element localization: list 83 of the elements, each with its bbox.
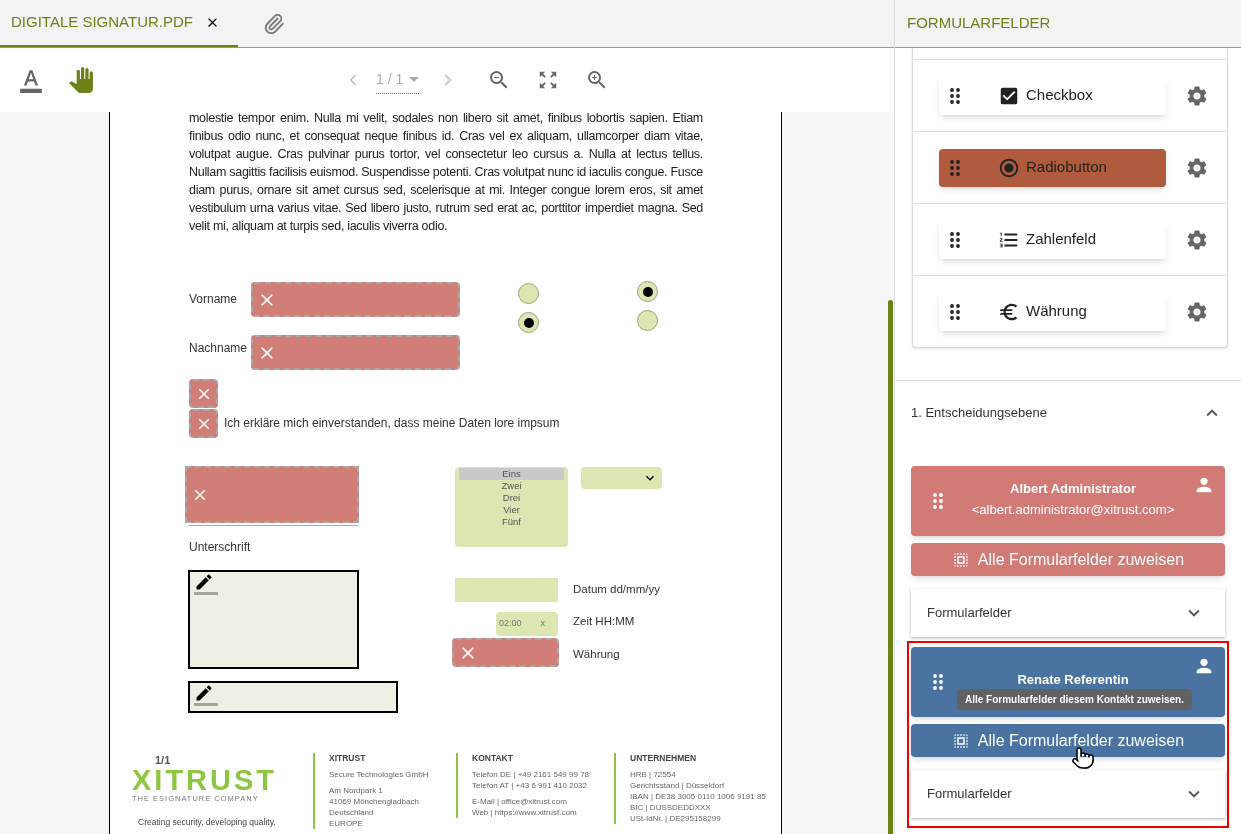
footer-text: Gerichtsstand | Düsseldorf [630, 780, 726, 791]
text-input-field[interactable] [251, 335, 460, 370]
slogan: Creating security, developing quality. [138, 816, 276, 829]
field-label: Nachname [189, 340, 248, 357]
settings-icon[interactable] [1185, 299, 1209, 324]
time-field[interactable]: 02:00 x [496, 612, 558, 636]
column-heading: XITRUST [329, 753, 367, 764]
footer-text: IBAN | DE38 3005 0110 1006 9191 85 [630, 791, 766, 802]
select-all-icon [951, 731, 970, 750]
radio-button[interactable] [518, 283, 539, 304]
field-label: Währung [573, 647, 620, 662]
footer-text: 41069 Mönchengladbach [329, 796, 420, 807]
list-option[interactable]: Fünf [459, 516, 564, 528]
panel-title: FORMULARFELDER [907, 13, 1051, 34]
drag-handle-icon[interactable] [950, 231, 960, 248]
field-label: Vorname [189, 291, 238, 308]
signature-label: Unterschrift [189, 539, 251, 556]
paperclip-icon[interactable] [262, 12, 285, 35]
accordion-header[interactable]: Formularfelder [911, 770, 1225, 818]
caret-icon [409, 77, 420, 82]
field-label: Zeit HH:MM [573, 614, 635, 629]
checkbox[interactable] [189, 379, 218, 408]
drag-handle-icon[interactable] [950, 303, 960, 320]
text-input-field[interactable] [251, 282, 460, 317]
radio-button[interactable] [518, 312, 539, 333]
accordion-header[interactable]: Formularfelder [911, 589, 1225, 637]
text-tool-icon[interactable] [18, 67, 44, 93]
list-option[interactable]: Drei [459, 492, 564, 504]
drag-handle-icon[interactable] [950, 159, 960, 176]
radio-icon [998, 156, 1020, 179]
list-option[interactable]: Zwei [459, 480, 564, 492]
list-box[interactable]: Eins Zwei Drei Vier Fünf [455, 467, 568, 547]
body-paragraph: molestie tempor enim. Nulla mi velit, sodales non libero sit amet, finibus lobortis sapien. Etiam finibus odio nunc, et consequat neque finibus id. Cras vel ex aliquam, ullamcorper diam vitae, volutpat augue. Cras pulvinar purus tortor, vel consectetur leo cursus a. Nulla at lectus tellus. Nullam sagittis facilisis euismod. Suspendisse potenti. Cras volutpat nunc id iaculis congue. Fusce diam purus, ornare sit amet cursus sed, scelerisque at mi. Integer congue lorem eros, sit amet vestibulum urna varius vitae. Sed libero justo, rutrum sed erat ac, porttitor imperdiet magna. Sed velit mi, aliquam at turpis sed, iaculis viverra odio. [189, 112, 703, 235]
pencil-icon [194, 572, 218, 595]
hand-cursor-icon [1071, 746, 1095, 770]
field-label: Datum dd/mm/yy [573, 582, 660, 597]
field-type-chip[interactable]: Währung [939, 292, 1166, 331]
radio-button[interactable] [637, 281, 658, 302]
drag-handle-icon[interactable] [933, 674, 943, 690]
consent-label: Ich erkläre mich einverstanden, dass meine Daten lore impsum [224, 415, 560, 432]
list-option[interactable]: Eins [459, 468, 564, 480]
footer-text: E-Mail | office@xitrust.com [472, 796, 568, 807]
footer-text: BIC | DUSSDEDDXXX [630, 802, 712, 813]
contact-name: Renate Referentin [1017, 671, 1129, 690]
footer-text: HRB | 72554 [630, 769, 677, 780]
footer-text: Telefon DE | +49 2161 549 99 78 [472, 769, 590, 780]
logo-wordmark: XITRUST [132, 766, 278, 794]
footer-text: EUROPE [329, 818, 364, 829]
select-all-icon [951, 550, 970, 569]
settings-icon[interactable] [1185, 155, 1209, 180]
scrollbar-thumb[interactable] [888, 300, 893, 834]
contact-email: <albert.administrator@xitrust.com> [971, 501, 1175, 519]
list-option[interactable]: Vier [459, 504, 564, 516]
settings-icon[interactable] [1185, 227, 1209, 252]
radio-button[interactable] [637, 310, 658, 331]
footer-text: Secure Technologies GmbH [329, 769, 429, 780]
dropdown-field[interactable] [581, 467, 662, 489]
signature-field[interactable] [188, 570, 359, 669]
field-type-chip[interactable]: Radiobutton [939, 148, 1166, 187]
settings-icon[interactable] [1185, 83, 1209, 108]
field-type-chip[interactable]: Checkbox [939, 76, 1166, 115]
footer-text: USt-IdNr. | DE295158299 [630, 813, 722, 824]
drag-handle-icon[interactable] [933, 493, 943, 509]
column-heading: UNTERNEHMEN [630, 753, 698, 764]
pencil-icon [194, 683, 218, 706]
contact-name: Albert Administrator [1010, 479, 1136, 498]
page-number: 1/1 [155, 753, 171, 768]
tooltip: Alle Formularfelder diesem Kontakt zuweisen. [957, 689, 1192, 710]
checkbox[interactable] [189, 409, 218, 438]
footer-text: Web | https://www.xitrust.com [472, 807, 578, 818]
section-title: 1. Entscheidungsebene [911, 404, 1047, 423]
hand-tool-icon[interactable] [68, 67, 94, 93]
field-type-chip[interactable]: Zahlenfeld [939, 220, 1166, 259]
footer-text: Telefon AT | +43 6 991 410 2032 [472, 780, 588, 791]
currency-field[interactable] [452, 638, 559, 667]
signature-field[interactable] [185, 466, 359, 523]
footer-text: Deutschland [329, 807, 375, 818]
footer-text: Am Nordpark 1 [329, 785, 384, 796]
drag-handle-icon[interactable] [950, 87, 960, 104]
column-heading: KONTAKT [472, 753, 514, 764]
contact-card[interactable]: Renate Referentin Alle Formularfelder diesem Kontakt zuweisen. [911, 647, 1225, 717]
date-field[interactable] [455, 578, 558, 602]
signature-field[interactable] [188, 681, 398, 713]
